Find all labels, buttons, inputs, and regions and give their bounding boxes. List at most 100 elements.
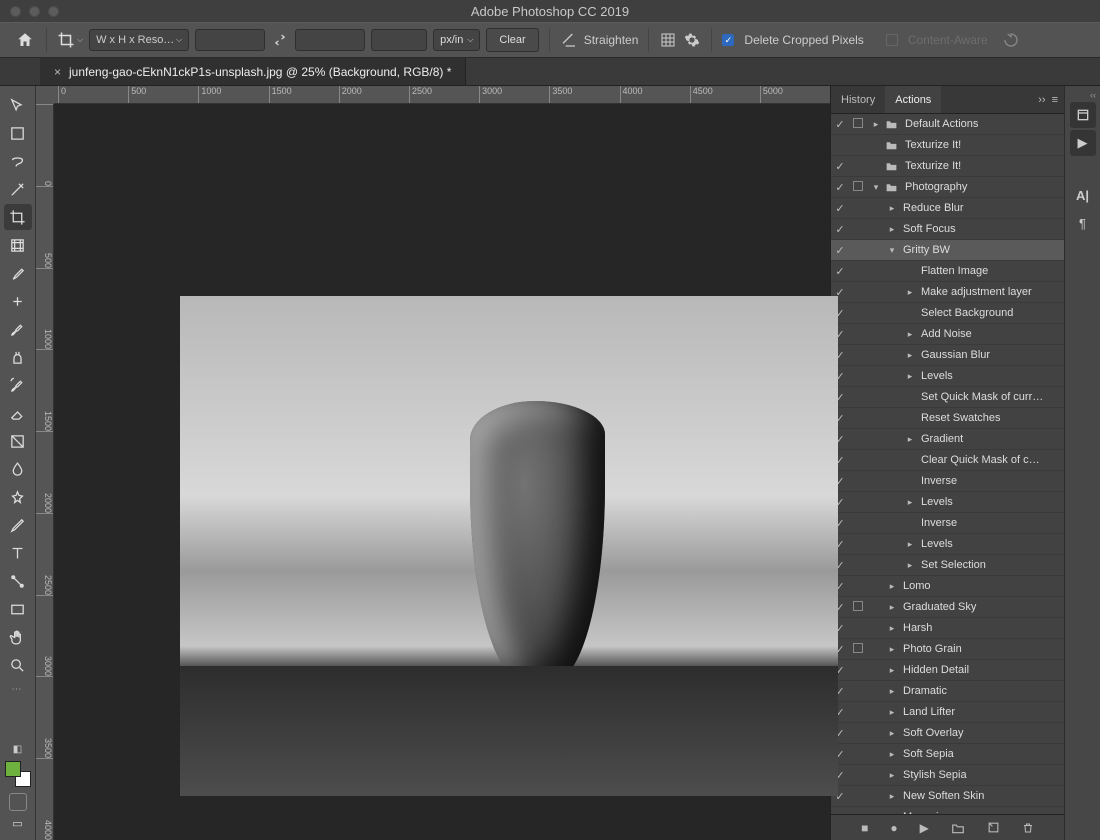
home-button[interactable] bbox=[14, 29, 36, 51]
action-row[interactable]: ✓▸Hidden Detail bbox=[831, 660, 1064, 681]
action-disclosure-icon[interactable]: ▸ bbox=[901, 539, 919, 550]
screen-mode-icon[interactable]: ▭ bbox=[12, 817, 22, 830]
active-tool-icon[interactable]: ⌵ bbox=[57, 31, 83, 49]
document-tab[interactable]: × junfeng-gao-cEknN1ckP1s-unsplash.jpg @… bbox=[40, 58, 466, 85]
tool-history-brush[interactable] bbox=[4, 372, 32, 398]
action-row[interactable]: ✓▸Levels bbox=[831, 492, 1064, 513]
tool-clone[interactable] bbox=[4, 344, 32, 370]
action-disclosure-icon[interactable]: ▸ bbox=[883, 707, 901, 718]
maximize-window-icon[interactable] bbox=[48, 6, 59, 17]
action-row[interactable]: ✓▸Default Actions bbox=[831, 114, 1064, 135]
action-toggle-check[interactable]: ✓ bbox=[831, 160, 849, 173]
edit-toolbar-icon[interactable]: ⋯ bbox=[12, 680, 24, 699]
action-disclosure-icon[interactable]: ▸ bbox=[883, 203, 901, 214]
action-toggle-check[interactable]: ✓ bbox=[831, 244, 849, 257]
action-row[interactable]: ✓▾Gritty BW bbox=[831, 240, 1064, 261]
expand-dock-icon[interactable]: ‹‹ bbox=[1090, 90, 1100, 100]
action-row[interactable]: ✓▸Gradient bbox=[831, 429, 1064, 450]
action-disclosure-icon[interactable]: ▸ bbox=[883, 581, 901, 592]
panel-menu-icon[interactable]: ≡ bbox=[1052, 94, 1058, 106]
action-disclosure-icon[interactable]: ▸ bbox=[901, 371, 919, 382]
tool-dodge[interactable] bbox=[4, 484, 32, 510]
dock-play-icon[interactable]: ▶ bbox=[1070, 130, 1096, 156]
close-window-icon[interactable] bbox=[10, 6, 21, 17]
action-disclosure-icon[interactable]: ▸ bbox=[883, 602, 901, 613]
action-row[interactable]: ✓▸Levels bbox=[831, 534, 1064, 555]
tool-type[interactable] bbox=[4, 540, 32, 566]
quick-mask-icon[interactable] bbox=[9, 793, 27, 811]
action-row[interactable]: Texturize It! bbox=[831, 135, 1064, 156]
action-row[interactable]: ✓Reset Swatches bbox=[831, 408, 1064, 429]
action-disclosure-icon[interactable]: ▸ bbox=[883, 686, 901, 697]
action-disclosure-icon[interactable]: ▸ bbox=[883, 623, 901, 634]
straighten-icon[interactable] bbox=[560, 32, 578, 48]
swap-dimensions-icon[interactable] bbox=[271, 33, 289, 47]
crop-resolution-input[interactable] bbox=[371, 29, 427, 51]
delete-cropped-checkbox[interactable]: ✓ bbox=[722, 34, 734, 46]
action-disclosure-icon[interactable]: ▸ bbox=[883, 728, 901, 739]
action-row[interactable]: ✓▸Add Noise bbox=[831, 324, 1064, 345]
tab-actions[interactable]: Actions bbox=[885, 86, 941, 113]
action-disclosure-icon[interactable]: ▸ bbox=[883, 791, 901, 802]
canvas-area[interactable]: 0500100015002000250030003500400045005000… bbox=[36, 86, 830, 840]
action-disclosure-icon[interactable]: ▸ bbox=[883, 665, 901, 676]
action-dialog-toggle[interactable] bbox=[849, 601, 867, 614]
action-row[interactable]: ✓▸Lomo bbox=[831, 576, 1064, 597]
delete-cropped-label[interactable]: Delete Cropped Pixels bbox=[744, 33, 863, 47]
action-row[interactable]: ✓Clear Quick Mask of c… bbox=[831, 450, 1064, 471]
tool-frame[interactable] bbox=[4, 232, 32, 258]
action-disclosure-icon[interactable]: ▸ bbox=[901, 560, 919, 571]
action-row[interactable]: ✓▸Soft Sepia bbox=[831, 744, 1064, 765]
minimize-window-icon[interactable] bbox=[29, 6, 40, 17]
action-toggle-check[interactable]: ✓ bbox=[831, 118, 849, 131]
action-row[interactable]: ✓▸Stylish Sepia bbox=[831, 765, 1064, 786]
content-aware-checkbox[interactable] bbox=[886, 34, 898, 46]
action-toggle-check[interactable]: ✓ bbox=[831, 223, 849, 236]
action-row[interactable]: ✓Inverse bbox=[831, 471, 1064, 492]
dock-character-icon[interactable]: A| bbox=[1070, 182, 1096, 208]
crop-unit-select[interactable]: px/in⌵ bbox=[433, 29, 480, 51]
action-toggle-check[interactable]: ✓ bbox=[831, 202, 849, 215]
tool-crop[interactable] bbox=[4, 204, 32, 230]
action-row[interactable]: ✓▸Soft Focus bbox=[831, 219, 1064, 240]
straighten-label[interactable]: Straighten bbox=[584, 33, 639, 47]
crop-preset-select[interactable]: W x H x Reso…⌵ bbox=[89, 29, 189, 51]
action-row[interactable]: ✓▸Soft Overlay bbox=[831, 723, 1064, 744]
close-tab-icon[interactable]: × bbox=[54, 65, 61, 79]
action-row[interactable]: ✓Select Background bbox=[831, 303, 1064, 324]
tab-history[interactable]: History bbox=[831, 86, 885, 113]
new-action-icon[interactable] bbox=[987, 821, 1000, 834]
action-row[interactable]: ✓▸Harsh bbox=[831, 618, 1064, 639]
ruler-horizontal[interactable]: 0500100015002000250030003500400045005000 bbox=[54, 86, 830, 104]
action-disclosure-icon[interactable]: ▸ bbox=[901, 287, 919, 298]
action-disclosure-icon[interactable]: ▸ bbox=[883, 644, 901, 655]
tool-magic-wand[interactable] bbox=[4, 176, 32, 202]
action-disclosure-icon[interactable]: ▸ bbox=[883, 224, 901, 235]
delete-action-icon[interactable] bbox=[1022, 821, 1034, 835]
dock-paragraph-icon[interactable]: ¶ bbox=[1070, 210, 1096, 236]
new-set-icon[interactable] bbox=[951, 822, 965, 834]
stop-action-icon[interactable]: ■ bbox=[861, 821, 868, 835]
action-row[interactable]: ✓▸Gaussian Blur bbox=[831, 345, 1064, 366]
default-colors-icon[interactable]: ◧ bbox=[13, 744, 22, 755]
tool-move[interactable] bbox=[4, 92, 32, 118]
tool-brush[interactable] bbox=[4, 316, 32, 342]
action-disclosure-icon[interactable]: ▸ bbox=[901, 350, 919, 361]
tool-eraser[interactable] bbox=[4, 400, 32, 426]
action-disclosure-icon[interactable]: ▸ bbox=[901, 329, 919, 340]
action-disclosure-icon[interactable]: ▸ bbox=[883, 749, 901, 760]
action-disclosure-icon[interactable]: ▸ bbox=[883, 770, 901, 781]
document-canvas[interactable] bbox=[180, 296, 838, 796]
action-row[interactable]: ✓▾Photography bbox=[831, 177, 1064, 198]
crop-settings-icon[interactable] bbox=[683, 32, 701, 48]
tool-marquee[interactable] bbox=[4, 120, 32, 146]
action-disclosure-icon[interactable]: ▾ bbox=[883, 245, 901, 256]
action-toggle-check[interactable]: ✓ bbox=[831, 265, 849, 278]
tool-pen[interactable] bbox=[4, 512, 32, 538]
action-row[interactable]: ✓▸Dramatic bbox=[831, 681, 1064, 702]
overlay-grid-icon[interactable] bbox=[659, 32, 677, 48]
action-row[interactable]: ✓▸Levels bbox=[831, 366, 1064, 387]
record-action-icon[interactable]: ● bbox=[890, 821, 897, 835]
ruler-vertical[interactable]: 05001000150020002500300035004000 bbox=[36, 104, 54, 840]
action-row[interactable]: ✓▸Photo Grain bbox=[831, 639, 1064, 660]
